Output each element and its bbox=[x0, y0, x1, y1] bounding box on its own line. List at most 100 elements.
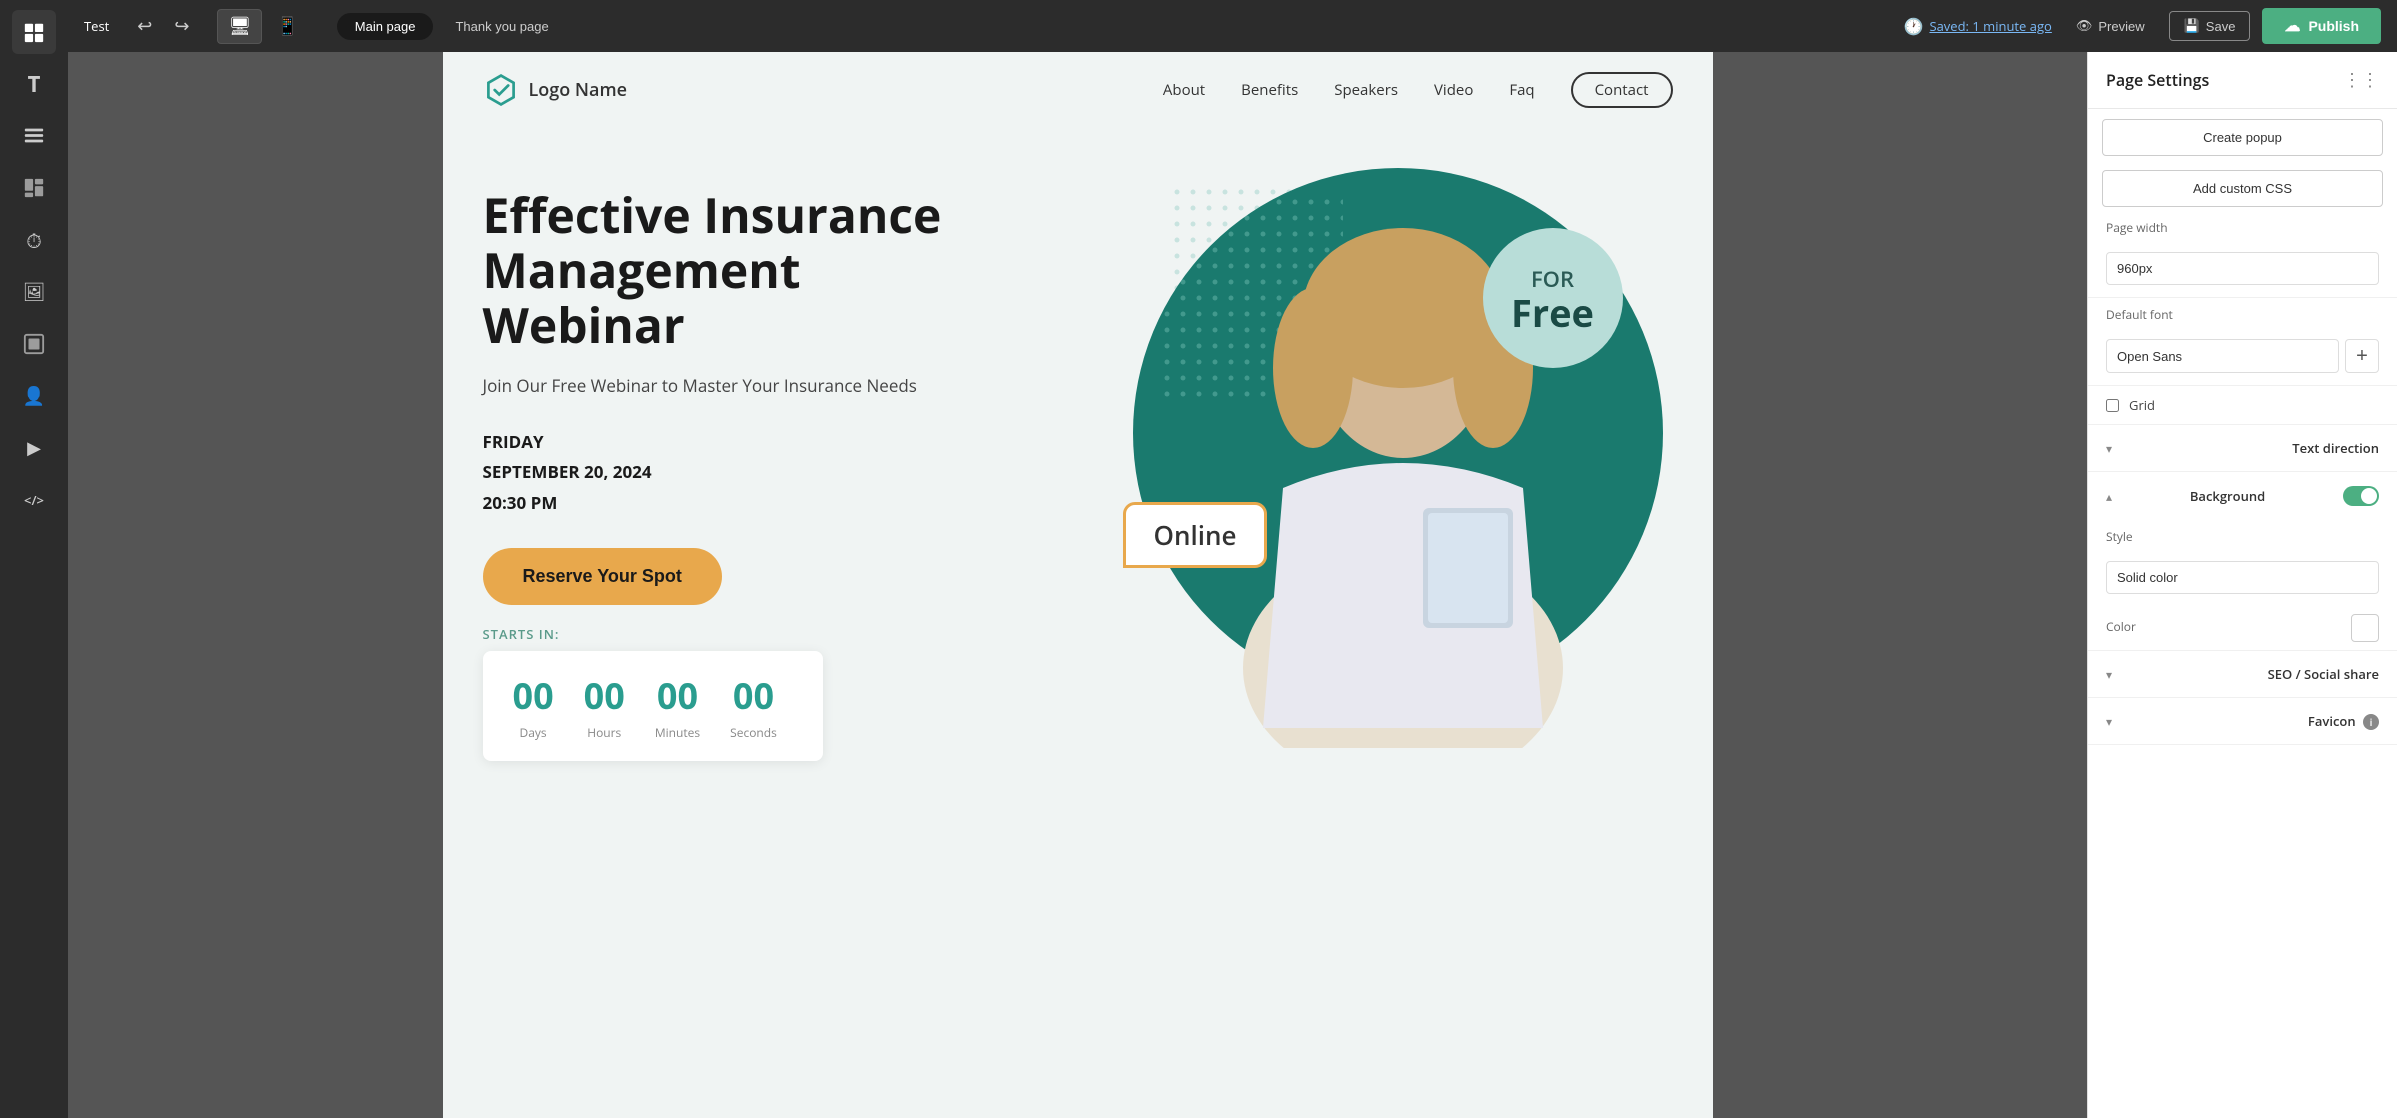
main-area: Test ↩ ↪ 🖥 📱 Main page Thank you page 🕐 … bbox=[68, 0, 2397, 1118]
toolbar-timer-icon[interactable]: ⏱ bbox=[12, 218, 56, 262]
hero-section: Effective Insurance Management Webinar J… bbox=[443, 128, 1713, 808]
mobile-view-button[interactable]: 📱 bbox=[266, 9, 308, 44]
editor-area: Logo Name About Benefits Speakers Video … bbox=[68, 52, 2397, 1118]
save-icon: 💾 bbox=[2184, 18, 2200, 34]
site-nav: Logo Name About Benefits Speakers Video … bbox=[443, 52, 1713, 128]
nav-links: About Benefits Speakers Video Faq Contac… bbox=[1163, 72, 1673, 108]
grid-section: Grid bbox=[2088, 386, 2397, 425]
text-direction-section: ▾ Text direction bbox=[2088, 425, 2397, 472]
nav-about[interactable]: About bbox=[1163, 80, 1205, 100]
save-button[interactable]: 💾 Save bbox=[2169, 11, 2251, 41]
undo-redo-group: ↩ ↪ bbox=[129, 12, 197, 41]
page-width-label: Page width bbox=[2106, 219, 2168, 236]
project-name: Test bbox=[84, 17, 109, 35]
hero-subtitle: Join Our Free Webinar to Master Your Ins… bbox=[483, 374, 1003, 397]
nav-speakers[interactable]: Speakers bbox=[1334, 80, 1398, 100]
hero-right: FOR Free Online bbox=[1003, 148, 1673, 808]
font-select-group: Open Sans Roboto Lato + bbox=[2106, 339, 2379, 373]
nav-logo-text: Logo Name bbox=[529, 78, 628, 102]
grid-checkbox[interactable] bbox=[2106, 399, 2119, 412]
saved-indicator: 🕐 Saved: 1 minute ago bbox=[1904, 15, 2052, 37]
countdown-minutes: 00 Minutes bbox=[655, 671, 700, 741]
background-title: Background bbox=[2190, 487, 2265, 505]
text-direction-title: Text direction bbox=[2292, 439, 2379, 457]
toolbar-video-icon[interactable]: ▶ bbox=[12, 426, 56, 470]
online-bubble: Online bbox=[1123, 502, 1268, 568]
panel-menu-icon[interactable]: ⋮⋮ bbox=[2343, 68, 2379, 92]
default-font-section: Default font Open Sans Roboto Lato + bbox=[2088, 298, 2397, 386]
undo-button[interactable]: ↩ bbox=[129, 12, 160, 41]
right-panel: Page Settings ⋮⋮ Create popup Add custom… bbox=[2087, 52, 2397, 1118]
add-font-button[interactable]: + bbox=[2345, 339, 2379, 373]
panel-header: Page Settings ⋮⋮ bbox=[2088, 52, 2397, 109]
color-label: Color bbox=[2106, 618, 2136, 635]
toolbar-home-icon[interactable] bbox=[12, 10, 56, 54]
page-width-section: Page width 960px 1200px 1400px bbox=[2088, 211, 2397, 298]
top-bar: Test ↩ ↪ 🖥 📱 Main page Thank you page 🕐 … bbox=[68, 0, 2397, 52]
toolbar-image-icon[interactable]: 🖼 bbox=[12, 270, 56, 314]
saved-link[interactable]: Saved: 1 minute ago bbox=[1929, 17, 2051, 35]
toolbar-text-icon[interactable]: T bbox=[12, 62, 56, 106]
hero-title: Effective Insurance Management Webinar bbox=[483, 188, 1003, 354]
reserve-spot-button[interactable]: Reserve Your Spot bbox=[483, 548, 722, 605]
favicon-info-icon[interactable]: i bbox=[2363, 714, 2379, 730]
panel-title: Page Settings bbox=[2106, 69, 2209, 91]
style-label-row: Style bbox=[2088, 520, 2397, 557]
toolbar-integration-icon[interactable]: 👤 bbox=[12, 374, 56, 418]
seo-collapse-icon: ▾ bbox=[2106, 666, 2112, 683]
hero-left: Effective Insurance Management Webinar J… bbox=[483, 148, 1003, 808]
background-header[interactable]: ▴ Background bbox=[2088, 472, 2397, 520]
style-select-row: Solid color Gradient Image bbox=[2088, 557, 2397, 606]
default-font-select-row: Open Sans Roboto Lato + bbox=[2088, 335, 2397, 385]
publish-icon: ☁ bbox=[2284, 16, 2300, 36]
nav-benefits[interactable]: Benefits bbox=[1241, 80, 1298, 100]
favicon-title: Favicon i bbox=[2308, 712, 2379, 730]
starts-in-label: STARTS IN: bbox=[483, 625, 1003, 643]
preview-button[interactable]: 👁 Preview bbox=[2064, 12, 2157, 40]
eye-icon: 👁 bbox=[2076, 18, 2093, 34]
for-free-badge: FOR Free bbox=[1483, 228, 1623, 368]
toolbar-code-icon[interactable]: </> bbox=[12, 478, 56, 522]
favicon-header[interactable]: ▾ Favicon i bbox=[2088, 698, 2397, 744]
toolbar-layout-icon[interactable] bbox=[12, 166, 56, 210]
countdown-hours: 00 Hours bbox=[584, 671, 625, 741]
countdown-seconds: 00 Seconds bbox=[730, 671, 777, 741]
text-direction-header[interactable]: ▾ Text direction bbox=[2088, 425, 2397, 471]
toolbar-sections-icon[interactable] bbox=[12, 114, 56, 158]
grid-checkbox-row: Grid bbox=[2088, 386, 2397, 424]
nav-logo[interactable]: Logo Name bbox=[483, 72, 628, 108]
default-font-select[interactable]: Open Sans Roboto Lato bbox=[2106, 339, 2339, 373]
grid-label: Grid bbox=[2129, 396, 2155, 414]
background-style-select[interactable]: Solid color Gradient Image bbox=[2106, 561, 2379, 594]
redo-button[interactable]: ↪ bbox=[166, 12, 197, 41]
favicon-collapse-icon: ▾ bbox=[2106, 713, 2112, 730]
add-css-button[interactable]: Add custom CSS bbox=[2102, 170, 2383, 207]
background-toggle[interactable] bbox=[2343, 486, 2379, 506]
nav-video[interactable]: Video bbox=[1434, 80, 1473, 100]
text-direction-collapse-icon: ▾ bbox=[2106, 440, 2112, 457]
countdown-section: STARTS IN: 00 Days 00 Hours bbox=[483, 625, 1003, 761]
page-width-select-row: 960px 1200px 1400px bbox=[2088, 248, 2397, 297]
page-width-select[interactable]: 960px 1200px 1400px bbox=[2106, 252, 2379, 285]
favicon-section: ▾ Favicon i bbox=[2088, 698, 2397, 745]
nav-faq[interactable]: Faq bbox=[1509, 80, 1534, 100]
hero-date: FRIDAY SEPTEMBER 20, 2024 20:30 PM bbox=[483, 427, 1003, 519]
color-swatch[interactable] bbox=[2351, 614, 2379, 642]
publish-button[interactable]: ☁ Publish bbox=[2262, 8, 2381, 44]
canvas: Logo Name About Benefits Speakers Video … bbox=[443, 52, 1713, 1118]
toolbar-section2-icon[interactable] bbox=[12, 322, 56, 366]
canvas-wrapper: Logo Name About Benefits Speakers Video … bbox=[68, 52, 2087, 1118]
page-tabs: Main page Thank you page bbox=[337, 13, 567, 40]
countdown-days: 00 Days bbox=[513, 671, 554, 741]
thankyou-page-tab[interactable]: Thank you page bbox=[437, 13, 566, 40]
main-page-tab[interactable]: Main page bbox=[337, 13, 434, 40]
countdown-box: 00 Days 00 Hours 00 Minutes bbox=[483, 651, 823, 761]
left-toolbar: T ⏱ 🖼 👤 ▶ </> bbox=[0, 0, 68, 1118]
nav-contact-button[interactable]: Contact bbox=[1571, 72, 1673, 108]
seo-header[interactable]: ▾ SEO / Social share bbox=[2088, 651, 2397, 697]
default-font-row: Default font bbox=[2088, 298, 2397, 335]
device-toggle-group: 🖥 📱 bbox=[217, 9, 308, 44]
default-font-label: Default font bbox=[2106, 306, 2173, 323]
desktop-view-button[interactable]: 🖥 bbox=[217, 9, 262, 44]
create-popup-button[interactable]: Create popup bbox=[2102, 119, 2383, 156]
